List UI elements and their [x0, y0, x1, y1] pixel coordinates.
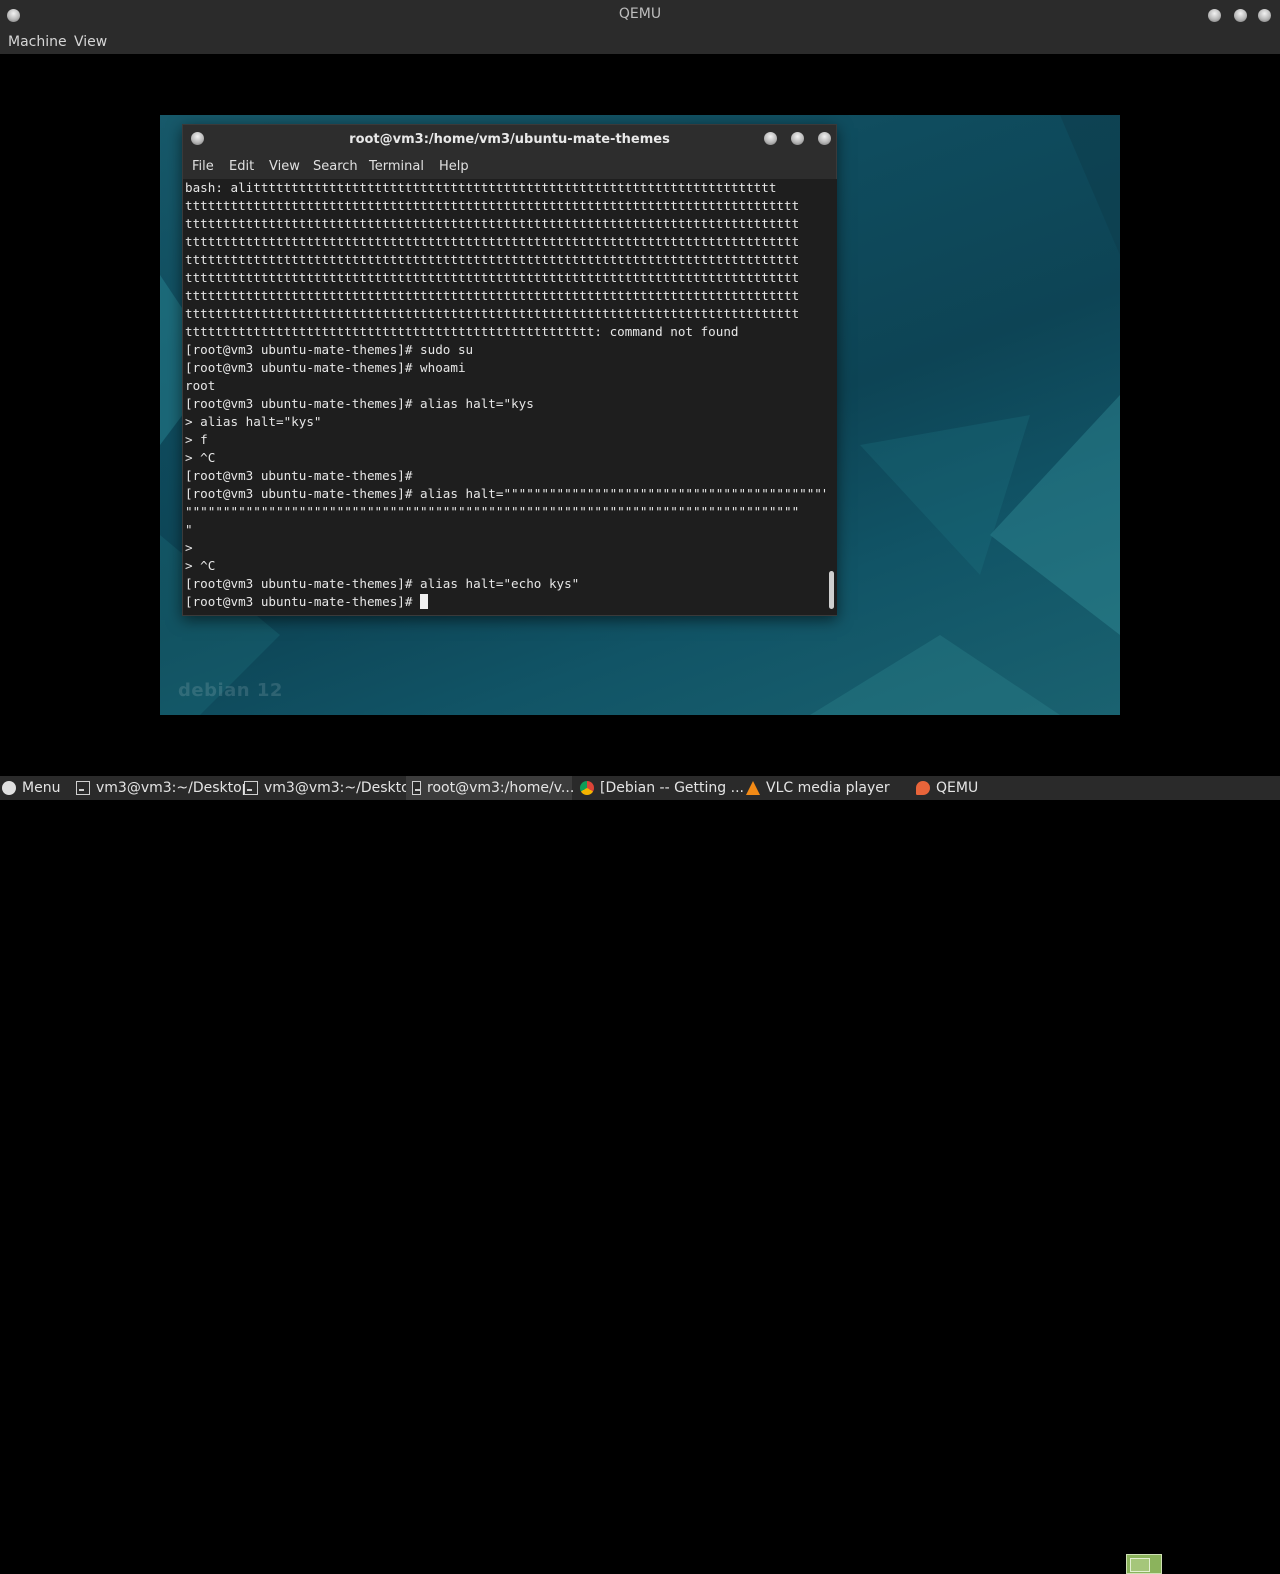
terminal-prompt-line[interactable]: [root@vm3 ubuntu-mate-themes]#: [185, 593, 826, 611]
terminal-line: [root@vm3 ubuntu-mate-themes]#: [185, 468, 413, 483]
task-browser[interactable]: [Debian -- Getting ...: [580, 776, 744, 800]
terminal-line: [root@vm3 ubuntu-mate-themes]# alias hal…: [185, 576, 580, 591]
terminal-line: """"""""""""""""""""""""""""""""""""""""…: [185, 504, 800, 519]
terminal-line: tttttttttttttttttttttttttttttttttttttttt…: [185, 306, 800, 321]
debian-logo: debian 12: [178, 680, 283, 701]
qemu-titlebar: QEMU: [0, 0, 1280, 30]
menu-view[interactable]: View: [269, 159, 300, 174]
terminal-line: > alias halt="kys": [185, 414, 322, 429]
task-vm3-desktop-2[interactable]: vm3@vm3:~/Deskto...: [244, 776, 423, 800]
vlc-icon: [746, 781, 760, 795]
close-icon[interactable]: [818, 132, 831, 145]
menu-machine[interactable]: Machine: [8, 34, 67, 50]
menu-search[interactable]: Search: [313, 159, 358, 174]
qemu-menubar: Machine View: [0, 30, 1280, 54]
chrome-icon: [580, 781, 594, 795]
terminal-line: [root@vm3 ubuntu-mate-themes]# alias hal…: [185, 396, 534, 411]
terminal-prompt: [root@vm3 ubuntu-mate-themes]#: [185, 594, 421, 609]
close-icon[interactable]: [1258, 9, 1271, 22]
terminal-line: tttttttttttttttttttttttttttttttttttttttt…: [185, 198, 800, 213]
terminal-titlebar: root@vm3:/home/vm3/ubuntu-mate-themes: [183, 125, 836, 153]
terminal-line: tttttttttttttttttttttttttttttttttttttttt…: [185, 216, 800, 231]
terminal-window: root@vm3:/home/vm3/ubuntu-mate-themes Fi…: [182, 124, 837, 616]
qemu-icon: [916, 781, 930, 795]
terminal-line: > f: [185, 432, 208, 447]
terminal-output[interactable]: bash: alittttttttttttttttttttttttttttttt…: [183, 179, 826, 615]
terminal-line: tttttttttttttttttttttttttttttttttttttttt…: [185, 234, 800, 249]
minimize-icon[interactable]: [1208, 9, 1221, 22]
terminal-line: root: [185, 378, 216, 393]
terminal-scrollbar[interactable]: [826, 179, 837, 615]
menu-edit[interactable]: Edit: [229, 159, 254, 174]
terminal-line: > ^C: [185, 450, 216, 465]
maximize-icon[interactable]: [1234, 9, 1247, 22]
menu-view[interactable]: View: [74, 34, 107, 50]
menu-help[interactable]: Help: [439, 159, 469, 174]
terminal-icon: [244, 781, 258, 795]
terminal-line: ": [185, 522, 193, 537]
terminal-line: > ^C: [185, 558, 216, 573]
terminal-menubar: File Edit View Search Terminal Help: [183, 153, 836, 179]
terminal-line: >: [185, 540, 193, 555]
terminal-line: tttttttttttttttttttttttttttttttttttttttt…: [185, 270, 800, 285]
workspace-switcher[interactable]: [1126, 1554, 1162, 1574]
terminal-line: [root@vm3 ubuntu-mate-themes]# sudo su: [185, 342, 474, 357]
menu-terminal[interactable]: Terminal: [369, 159, 424, 174]
task-vlc[interactable]: VLC media player: [746, 776, 890, 800]
menu-icon: [2, 781, 16, 795]
task-vm3-desktop[interactable]: vm3@vm3:~/Desktop: [76, 776, 251, 800]
menu-file[interactable]: File: [192, 159, 214, 174]
terminal-title: root@vm3:/home/vm3/ubuntu-mate-themes: [349, 132, 670, 147]
qemu-window-title: QEMU: [618, 6, 662, 22]
taskbar-menu-button[interactable]: Menu: [2, 776, 60, 800]
terminal-icon: [412, 781, 421, 795]
terminal-icon: [76, 781, 90, 795]
task-root-terminal[interactable]: root@vm3:/home/v...: [406, 776, 574, 800]
taskbar: Menu vm3@vm3:~/Desktop vm3@vm3:~/Deskto.…: [0, 776, 1280, 1574]
terminal-line: [root@vm3 ubuntu-mate-themes]# alias hal…: [185, 486, 826, 501]
terminal-line: tttttttttttttttttttttttttttttttttttttttt…: [185, 324, 739, 339]
maximize-icon[interactable]: [791, 132, 804, 145]
text-cursor: [420, 594, 429, 609]
terminal-line: tttttttttttttttttttttttttttttttttttttttt…: [185, 252, 800, 267]
scrollbar-thumb[interactable]: [829, 571, 834, 609]
minimize-icon[interactable]: [764, 132, 777, 145]
terminal-line: bash: alittttttttttttttttttttttttttttttt…: [185, 180, 777, 195]
task-qemu[interactable]: QEMU: [916, 776, 978, 800]
terminal-line: [root@vm3 ubuntu-mate-themes]# whoami: [185, 360, 466, 375]
terminal-line: tttttttttttttttttttttttttttttttttttttttt…: [185, 288, 800, 303]
